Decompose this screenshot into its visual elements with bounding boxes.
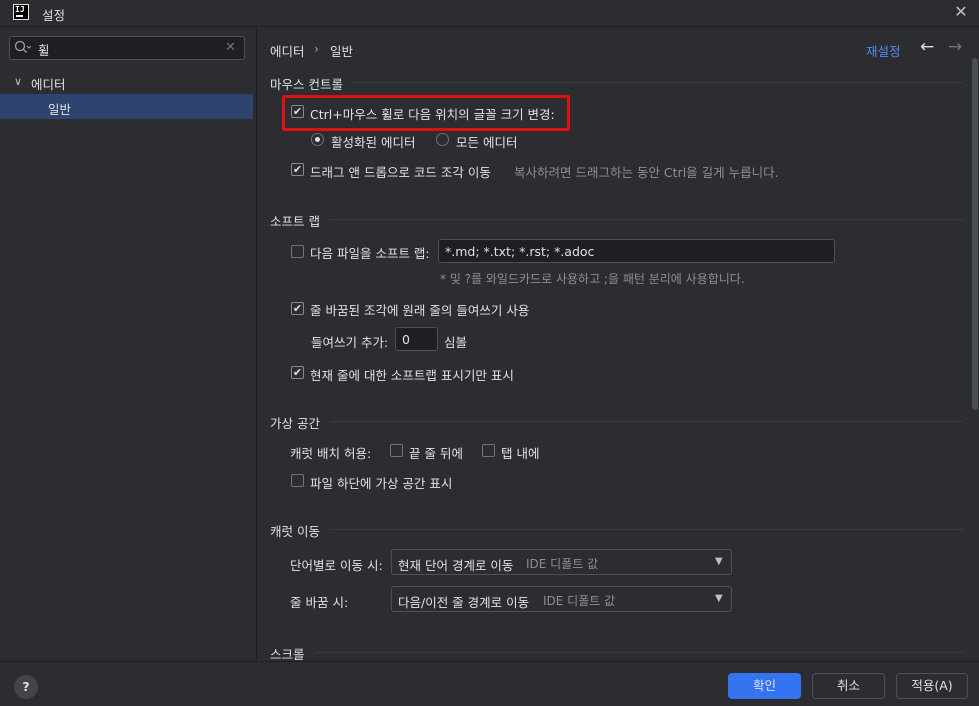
sidebar [0, 27, 257, 661]
divider [352, 82, 964, 83]
extra-indent-unit: 심볼 [444, 335, 468, 350]
drag-drop-label: 드래그 앤 드롭으로 코드 조각 이동 [310, 165, 491, 180]
word-move-hint: IDE 디폴트 값 [526, 557, 599, 571]
chevron-down-icon[interactable]: ∨ [14, 75, 22, 88]
breadcrumb-separator: › [314, 41, 319, 56]
chevron-down-icon: ▼ [715, 556, 723, 567]
tree-item-general-selected[interactable] [0, 94, 253, 119]
app-icon: IJ [13, 4, 29, 20]
line-move-value: 다음/이전 줄 경계로 이동 [398, 595, 530, 610]
radio-active-editor-label: 활성화된 에디터 [331, 135, 416, 150]
help-button[interactable]: ? [14, 675, 38, 699]
divider [315, 652, 964, 653]
inside-tabs-checkbox[interactable] [482, 444, 495, 457]
extra-indent-label: 들여쓰기 추가: [311, 335, 389, 350]
drag-drop-hint: 복사하려면 드래그하는 동안 Ctrl을 길게 누릅니다. [514, 165, 779, 180]
tree-item-editor[interactable]: 에디터 [31, 74, 66, 93]
highlight-box [282, 95, 570, 131]
current-line-checkbox[interactable]: ✔ [291, 366, 304, 379]
word-move-value: 현재 단어 경계로 이동 [398, 558, 514, 573]
show-bottom-label: 파일 하단에 가상 공간 표시 [310, 476, 453, 491]
end-of-line-checkbox[interactable] [390, 444, 403, 457]
breadcrumb-general: 일반 [330, 44, 354, 59]
back-arrow-icon[interactable]: ← [920, 37, 934, 57]
tree-item-general[interactable]: 일반 [48, 99, 71, 118]
line-move-hint: IDE 디폴트 값 [543, 594, 616, 608]
cancel-button[interactable]: 취소 [812, 673, 885, 699]
apply-button[interactable]: 적용(A) [896, 673, 968, 699]
show-bottom-checkbox[interactable] [291, 474, 304, 487]
word-move-label: 단어별로 이동 시: [290, 558, 383, 573]
section-soft-wraps: 소프트 랩 [270, 214, 320, 229]
section-caret-movement: 캐럿 이동 [270, 524, 320, 539]
scrollbar[interactable] [972, 58, 978, 410]
drag-drop-checkbox[interactable]: ✔ [291, 163, 304, 176]
forward-arrow-icon[interactable]: → [948, 37, 962, 57]
search-icon [14, 40, 32, 56]
chevron-down-icon: ▼ [715, 593, 723, 604]
section-mouse-control: 마우스 컨트롤 [270, 77, 343, 92]
clear-icon[interactable]: ✕ [225, 40, 236, 55]
search-value: 휠 [38, 43, 50, 58]
extra-indent-input[interactable]: 0 [395, 327, 438, 351]
soft-wrap-files-hint: * 및 ?를 와일드카드로 사용하고 ;을 패턴 분리에 사용합니다. [440, 272, 745, 286]
ok-button[interactable]: 확인 [728, 673, 801, 699]
window-title: 설정 [42, 8, 66, 23]
radio-active-editor[interactable] [311, 133, 324, 146]
radio-all-editors-label: 모든 에디터 [456, 135, 518, 150]
divider [330, 219, 964, 220]
divider [330, 421, 964, 422]
divider [330, 529, 964, 530]
section-virtual-space: 가상 공간 [270, 416, 320, 431]
close-icon[interactable]: ✕ [952, 2, 970, 22]
soft-wrap-files-label: 다음 파일을 소프트 랩: [310, 246, 430, 261]
radio-all-editors[interactable] [436, 133, 449, 146]
soft-wrap-files-checkbox[interactable] [291, 245, 304, 258]
current-line-label: 현재 줄에 대한 소프트랩 표시기만 표시 [310, 368, 514, 383]
indent-checkbox[interactable]: ✔ [291, 302, 304, 315]
breadcrumb-editor: 에디터 [270, 44, 305, 59]
caret-allow-label: 캐럿 배치 허용: [290, 446, 372, 461]
indent-label: 줄 바꿈된 조각에 원래 줄의 들여쓰기 사용 [310, 303, 530, 318]
line-move-label: 줄 바꿈 시: [290, 595, 349, 610]
title-bar [0, 0, 979, 27]
reset-link[interactable]: 재설정 [866, 41, 901, 60]
end-of-line-label: 끝 줄 뒤에 [409, 446, 463, 461]
inside-tabs-label: 탭 내에 [501, 446, 540, 461]
soft-wrap-files-input[interactable]: *.md; *.txt; *.rst; *.adoc [438, 239, 835, 263]
